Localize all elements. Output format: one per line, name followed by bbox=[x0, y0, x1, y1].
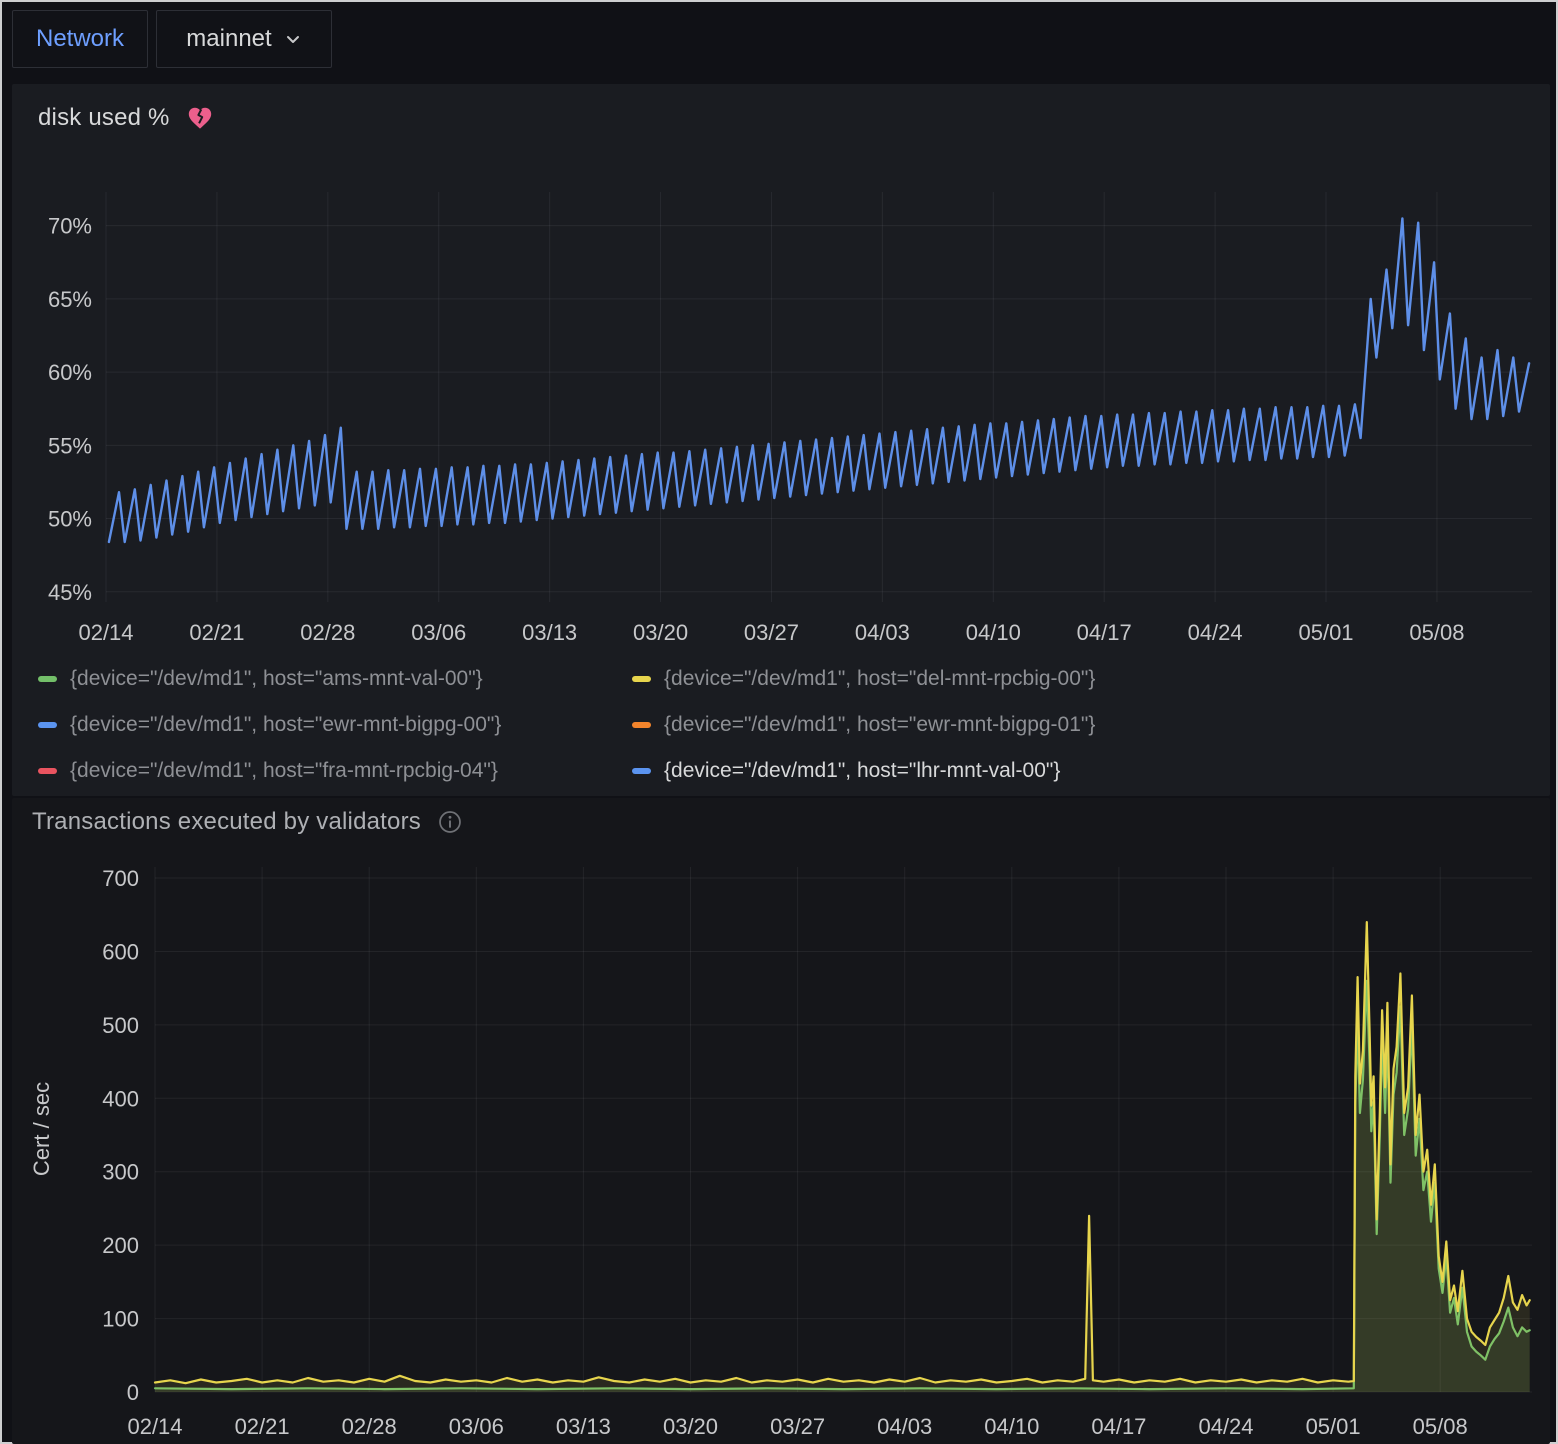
transactions-chart[interactable]: 0 100 200 300 400 500 600 700 02/14 02/21 02/28 03/… bbox=[12, 850, 1550, 1444]
network-variable-value: mainnet bbox=[186, 25, 271, 53]
legend-label: {device="/dev/md1", host="lhr-mnt-val-00… bbox=[664, 759, 1060, 783]
panel-title-disk-used[interactable]: disk used % bbox=[38, 104, 170, 132]
panel-disk-used: disk used % 45% 50% 55% 60% 65% 70% 02/14 02/21… bbox=[12, 84, 1550, 796]
svg-text:02/21: 02/21 bbox=[235, 1414, 290, 1439]
svg-text:03/13: 03/13 bbox=[522, 620, 577, 645]
series-color-swatch bbox=[38, 676, 57, 682]
chevron-down-icon bbox=[284, 30, 302, 48]
svg-text:400: 400 bbox=[102, 1086, 139, 1111]
svg-text:04/24: 04/24 bbox=[1188, 620, 1243, 645]
svg-text:03/20: 03/20 bbox=[663, 1414, 718, 1439]
svg-text:03/06: 03/06 bbox=[449, 1414, 504, 1439]
svg-text:05/01: 05/01 bbox=[1306, 1414, 1361, 1439]
svg-text:55%: 55% bbox=[48, 433, 92, 458]
series-color-swatch bbox=[632, 676, 651, 682]
panel-title-transactions[interactable]: Transactions executed by validators bbox=[32, 808, 421, 836]
svg-text:100: 100 bbox=[102, 1307, 139, 1332]
network-variable-label-box: Network bbox=[12, 10, 148, 68]
svg-text:02/14: 02/14 bbox=[78, 620, 133, 645]
series-color-swatch bbox=[632, 722, 651, 728]
svg-text:03/06: 03/06 bbox=[411, 620, 466, 645]
disk-chart-legend: {device="/dev/md1", host="ams-mnt-val-00… bbox=[38, 656, 1532, 794]
network-variable-label: Network bbox=[36, 25, 124, 53]
svg-text:04/03: 04/03 bbox=[877, 1414, 932, 1439]
svg-text:200: 200 bbox=[102, 1233, 139, 1258]
svg-text:04/17: 04/17 bbox=[1091, 1414, 1146, 1439]
svg-text:70%: 70% bbox=[48, 214, 92, 239]
svg-text:02/14: 02/14 bbox=[127, 1414, 182, 1439]
svg-text:300: 300 bbox=[102, 1160, 139, 1185]
svg-text:45%: 45% bbox=[48, 580, 92, 605]
svg-text:02/28: 02/28 bbox=[342, 1414, 397, 1439]
svg-text:600: 600 bbox=[102, 939, 139, 964]
svg-text:04/03: 04/03 bbox=[855, 620, 910, 645]
svg-text:04/10: 04/10 bbox=[966, 620, 1021, 645]
svg-text:60%: 60% bbox=[48, 360, 92, 385]
disk-used-chart[interactable]: 45% 50% 55% 60% 65% 70% 02/14 02/21 02/28 03/06 03… bbox=[12, 154, 1550, 654]
svg-text:05/08: 05/08 bbox=[1409, 620, 1464, 645]
svg-text:04/24: 04/24 bbox=[1198, 1414, 1253, 1439]
legend-item-del-mnt-rpcbig-00[interactable]: {device="/dev/md1", host="del-mnt-rpcbig… bbox=[632, 656, 1532, 702]
svg-text:04/17: 04/17 bbox=[1077, 620, 1132, 645]
legend-label: {device="/dev/md1", host="del-mnt-rpcbig… bbox=[664, 667, 1095, 691]
svg-text:03/27: 03/27 bbox=[744, 620, 799, 645]
svg-text:50%: 50% bbox=[48, 507, 92, 532]
svg-text:03/20: 03/20 bbox=[633, 620, 688, 645]
legend-item-ams-mnt-val-00[interactable]: {device="/dev/md1", host="ams-mnt-val-00… bbox=[38, 656, 632, 702]
svg-text:03/27: 03/27 bbox=[770, 1414, 825, 1439]
legend-label: {device="/dev/md1", host="ewr-mnt-bigpg-… bbox=[664, 713, 1095, 737]
legend-label: {device="/dev/md1", host="ams-mnt-val-00… bbox=[70, 667, 483, 691]
info-icon[interactable] bbox=[437, 809, 463, 835]
svg-text:02/28: 02/28 bbox=[300, 620, 355, 645]
broken-heart-icon bbox=[186, 104, 214, 132]
legend-item-fra-mnt-rpcbig-04[interactable]: {device="/dev/md1", host="fra-mnt-rpcbig… bbox=[38, 748, 632, 794]
legend-label: {device="/dev/md1", host="ewr-mnt-bigpg-… bbox=[70, 713, 501, 737]
svg-text:05/08: 05/08 bbox=[1413, 1414, 1468, 1439]
series-color-swatch bbox=[38, 722, 57, 728]
network-variable-dropdown[interactable]: mainnet bbox=[156, 10, 332, 68]
legend-item-ewr-mnt-bigpg-01[interactable]: {device="/dev/md1", host="ewr-mnt-bigpg-… bbox=[632, 702, 1532, 748]
legend-item-ewr-mnt-bigpg-00[interactable]: {device="/dev/md1", host="ewr-mnt-bigpg-… bbox=[38, 702, 632, 748]
series-color-swatch bbox=[632, 768, 651, 774]
svg-text:0: 0 bbox=[127, 1380, 139, 1405]
legend-label: {device="/dev/md1", host="fra-mnt-rpcbig… bbox=[70, 759, 498, 783]
svg-text:700: 700 bbox=[102, 866, 139, 891]
grafana-dashboard: { "toolbar": { "variable_label": "Networ… bbox=[0, 0, 1558, 1444]
svg-text:03/13: 03/13 bbox=[556, 1414, 611, 1439]
svg-text:02/21: 02/21 bbox=[189, 620, 244, 645]
svg-text:500: 500 bbox=[102, 1013, 139, 1038]
legend-item-lhr-mnt-val-00[interactable]: {device="/dev/md1", host="lhr-mnt-val-00… bbox=[632, 748, 1532, 794]
tx-y-axis-label: Cert / sec bbox=[29, 1082, 55, 1176]
svg-text:65%: 65% bbox=[48, 287, 92, 312]
series-color-swatch bbox=[38, 768, 57, 774]
panel-transactions: Transactions executed by validators 0 100… bbox=[12, 798, 1550, 1444]
svg-text:05/01: 05/01 bbox=[1298, 620, 1353, 645]
svg-text:04/10: 04/10 bbox=[984, 1414, 1039, 1439]
